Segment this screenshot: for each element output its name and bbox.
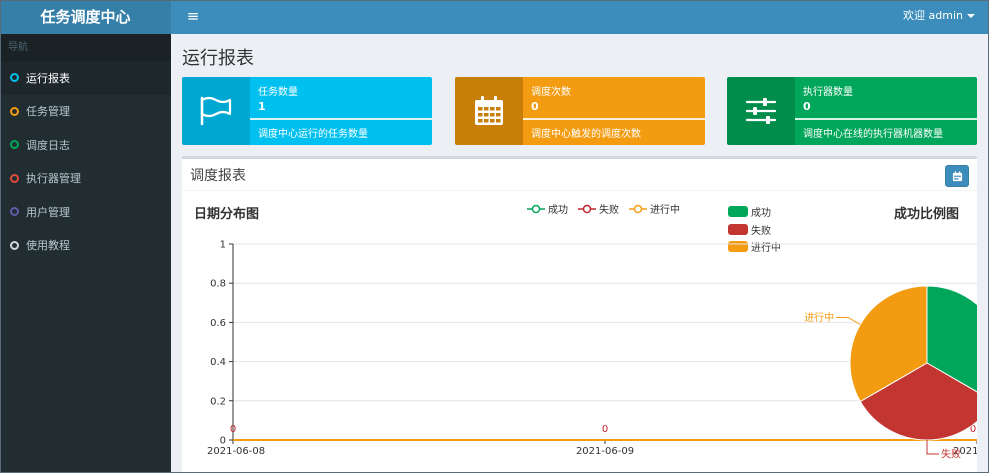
info-box-executor-count: 执行器数量 0 调度中心在线的执行器机器数量 <box>727 77 977 145</box>
progress-bar <box>250 118 432 120</box>
app-logo-title[interactable]: 任务调度中心 <box>0 0 171 34</box>
sidebar-item-label: 使用教程 <box>26 239 70 253</box>
circle-icon <box>10 240 19 250</box>
info-label: 任务数量 <box>258 87 298 98</box>
info-number: 0 <box>531 100 539 113</box>
info-box-job-count: 任务数量 1 调度中心运行的任务数量 <box>182 77 432 145</box>
progress-bar <box>795 118 977 120</box>
circle-icon <box>10 173 19 183</box>
info-desc: 调度中心运行的任务数量 <box>258 129 368 140</box>
sidebar-item-label: 任务管理 <box>26 105 70 119</box>
sidebar-item-label: 用户管理 <box>26 205 70 219</box>
info-number: 1 <box>258 100 266 113</box>
flag-icon <box>200 96 232 126</box>
slice-label-line <box>926 440 939 455</box>
progress-bar <box>523 118 705 120</box>
sidebar-header: 导航 <box>0 34 171 61</box>
info-desc: 调度中心在线的执行器机器数量 <box>803 129 943 140</box>
info-box-trigger-count: 调度次数 0 调度中心触发的调度次数 <box>455 77 705 145</box>
info-number: 0 <box>803 100 811 113</box>
circle-icon <box>10 73 19 83</box>
calendar-icon <box>475 96 503 125</box>
sidebar: 导航 运行报表 任务管理 调度日志 执行器管理 用户管理 使用教程 <box>0 34 171 473</box>
info-label: 调度次数 <box>531 87 571 98</box>
user-greeting: 欢迎 admin <box>903 9 963 22</box>
slice-label: 进行中 <box>804 311 834 324</box>
sidebar-item-users[interactable]: 用户管理 <box>0 195 171 229</box>
pie-chart: 进行中失败 <box>804 285 977 461</box>
sidebar-item-label: 运行报表 <box>26 71 70 85</box>
top-navbar: ≡ 欢迎 admin <box>171 0 989 34</box>
circle-icon <box>10 140 19 150</box>
menu-toggle-icon[interactable]: ≡ <box>181 0 205 34</box>
sidebar-item-logs[interactable]: 调度日志 <box>0 128 171 162</box>
circle-icon <box>10 106 19 116</box>
sidebar-item-label: 调度日志 <box>26 138 70 152</box>
sliders-icon <box>745 98 777 124</box>
user-menu[interactable]: 欢迎 admin <box>903 0 975 34</box>
caret-down-icon <box>967 14 975 18</box>
info-label: 执行器数量 <box>803 87 853 98</box>
circle-icon <box>10 207 19 217</box>
sidebar-item-help[interactable]: 使用教程 <box>0 229 171 263</box>
sidebar-item-label: 执行器管理 <box>26 172 81 186</box>
page-title: 运行报表 <box>182 48 254 69</box>
sidebar-item-executors[interactable]: 执行器管理 <box>0 162 171 196</box>
slice-label: 失败 <box>941 448 961 461</box>
sidebar-item-report[interactable]: 运行报表 <box>0 61 171 95</box>
report-box: 调度报表 日期分布图 成功 失败 进行中 成功 失败 进行中 成功比例图 0 0… <box>182 156 977 473</box>
slice-label-line <box>836 317 861 325</box>
sidebar-item-jobs[interactable]: 任务管理 <box>0 95 171 129</box>
info-desc: 调度中心触发的调度次数 <box>531 129 641 140</box>
